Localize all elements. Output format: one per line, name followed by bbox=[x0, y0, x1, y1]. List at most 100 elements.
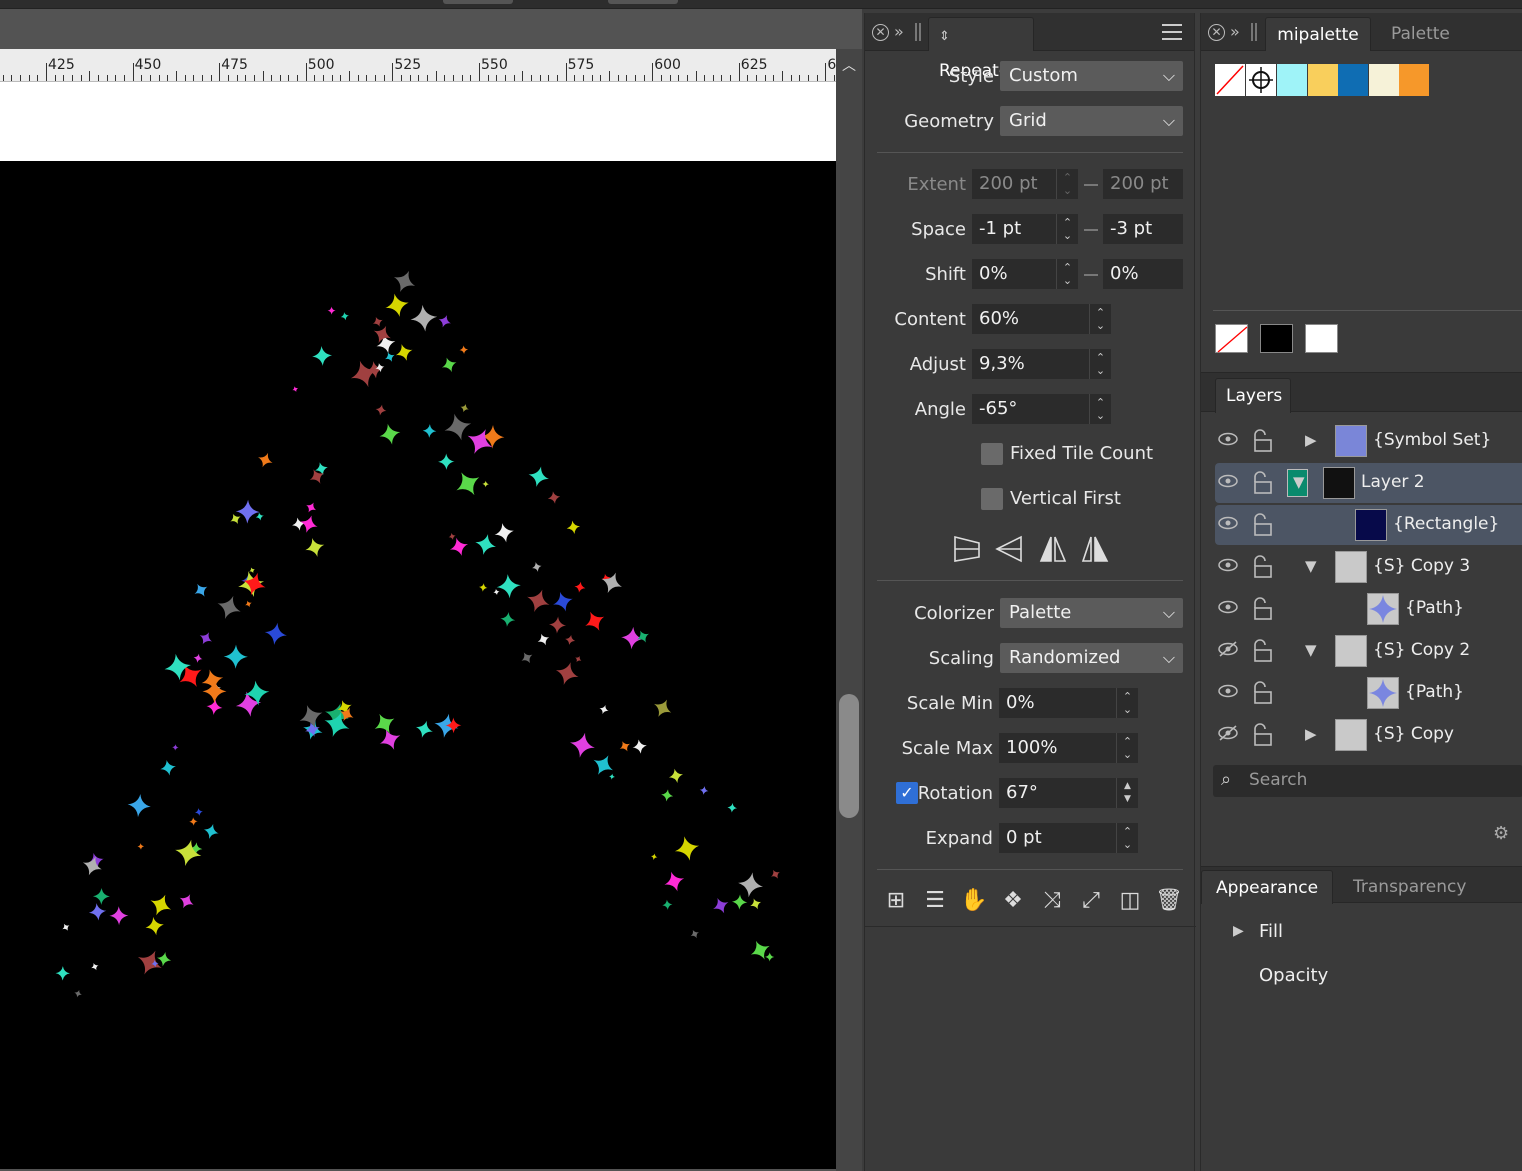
adjust-field[interactable]: 9,3% bbox=[972, 349, 1089, 379]
layer-row[interactable]: ▼ {S} Copy 2 bbox=[1215, 631, 1522, 671]
layer-row[interactable]: ▶ {S} Copy bbox=[1215, 715, 1522, 755]
mirror-vertical-icon[interactable] bbox=[1039, 536, 1067, 562]
release-icon[interactable]: ❖ bbox=[996, 884, 1030, 918]
search-input[interactable]: Search bbox=[1249, 770, 1307, 790]
layer-row[interactable]: {Rectangle} bbox=[1215, 505, 1522, 545]
expand-icon[interactable]: ⤢ bbox=[1074, 884, 1108, 918]
drag-handle[interactable] bbox=[915, 23, 921, 41]
target-icon[interactable] bbox=[1246, 64, 1276, 96]
filter-settings-icon[interactable]: ⚙ bbox=[1493, 823, 1509, 844]
flip-horizontal-skew-icon[interactable] bbox=[954, 535, 980, 562]
trash-icon[interactable]: 🗑 bbox=[1152, 884, 1186, 918]
collapse-triangle-icon[interactable]: ▼ bbox=[1305, 557, 1317, 575]
expand-stepper[interactable]: ⌃ ⌄ bbox=[1116, 823, 1138, 853]
fixed-tile-count-checkbox[interactable] bbox=[981, 443, 1003, 465]
eye-hidden-icon[interactable] bbox=[1217, 641, 1239, 661]
palette-color-swatch[interactable] bbox=[1338, 64, 1368, 96]
shift-y-field[interactable]: 0% bbox=[1103, 259, 1183, 289]
white-swatch[interactable] bbox=[1305, 324, 1338, 353]
chevron-up-icon[interactable]: ︿ bbox=[840, 59, 858, 73]
sliders-icon[interactable]: ☰ bbox=[918, 884, 952, 918]
eye-icon[interactable] bbox=[1217, 515, 1239, 535]
collapse-icon[interactable]: » bbox=[1230, 22, 1240, 41]
toolbar-scroll-knob[interactable] bbox=[443, 0, 513, 4]
scale-max-field[interactable]: 100% bbox=[999, 733, 1116, 763]
colorizer-dropdown[interactable]: Palette ⌵ bbox=[1000, 598, 1183, 628]
select-tiles-icon[interactable]: ✋ bbox=[957, 884, 991, 918]
extent-stepper[interactable]: ⌃ ⌄ bbox=[1056, 169, 1078, 199]
black-swatch[interactable] bbox=[1260, 324, 1293, 353]
palette-color-swatch[interactable] bbox=[1307, 64, 1338, 96]
shift-x-field[interactable]: 0% bbox=[972, 259, 1056, 289]
tab-layers[interactable]: Layers bbox=[1215, 378, 1291, 413]
shift-stepper[interactable]: ⌃ ⌄ bbox=[1056, 259, 1078, 289]
unlock-icon[interactable] bbox=[1251, 429, 1273, 453]
eye-icon[interactable] bbox=[1217, 599, 1239, 619]
expand-triangle-icon[interactable]: ▶ bbox=[1233, 923, 1244, 939]
eye-hidden-icon[interactable] bbox=[1217, 725, 1239, 745]
unlock-icon[interactable] bbox=[1251, 681, 1273, 705]
palette-color-swatch[interactable] bbox=[1399, 64, 1429, 96]
unlock-icon[interactable] bbox=[1251, 639, 1273, 663]
artboard[interactable] bbox=[0, 161, 836, 1169]
layer-row[interactable]: {Path} bbox=[1215, 673, 1522, 713]
layer-row[interactable]: ▼ Layer 2 bbox=[1215, 463, 1522, 503]
unlock-icon[interactable] bbox=[1251, 555, 1273, 579]
layer-row[interactable]: {Path} bbox=[1215, 589, 1522, 629]
scaling-dropdown[interactable]: Randomized ⌵ bbox=[1000, 643, 1183, 673]
extent-width-field[interactable]: 200 pt bbox=[972, 169, 1056, 199]
search-box[interactable]: ⌕ Search bbox=[1213, 765, 1522, 797]
unlock-icon[interactable] bbox=[1251, 723, 1273, 747]
tab-palette[interactable]: Palette bbox=[1381, 17, 1460, 51]
expand-triangle-icon[interactable]: ▶ bbox=[1305, 725, 1317, 743]
drag-handle[interactable] bbox=[1251, 23, 1257, 41]
none-fill-swatch[interactable] bbox=[1215, 324, 1248, 353]
tab-mipalette[interactable]: mipalette bbox=[1265, 17, 1371, 51]
collapse-triangle-icon[interactable]: ▼ bbox=[1305, 641, 1317, 659]
tab-repeater[interactable]: ⇕ Repeater bbox=[928, 17, 1034, 81]
scale-min-stepper[interactable]: ⌃ ⌄ bbox=[1116, 688, 1138, 718]
style-dropdown[interactable]: Custom ⌵ bbox=[1000, 61, 1183, 91]
eye-icon[interactable] bbox=[1217, 557, 1239, 577]
eye-icon[interactable] bbox=[1217, 473, 1239, 493]
tab-appearance[interactable]: Appearance bbox=[1201, 870, 1333, 904]
collapse-icon[interactable]: » bbox=[894, 22, 904, 41]
unlock-icon[interactable] bbox=[1251, 597, 1273, 621]
scale-min-field[interactable]: 0% bbox=[999, 688, 1116, 718]
tab-transparency[interactable]: Transparency bbox=[1343, 870, 1476, 904]
adjust-stepper[interactable]: ⌃ ⌄ bbox=[1089, 349, 1111, 379]
layer-row[interactable]: ▼ {S} Copy 3 bbox=[1215, 547, 1522, 587]
space-stepper[interactable]: ⌃ ⌄ bbox=[1056, 214, 1078, 244]
space-x-field[interactable]: -1 pt bbox=[972, 214, 1056, 244]
rotation-stepper[interactable]: ▲ ▼ bbox=[1116, 778, 1138, 808]
shuffle-icon[interactable]: ⤨ bbox=[1035, 884, 1069, 918]
scrollbar-thumb[interactable] bbox=[839, 694, 859, 818]
unlock-icon[interactable] bbox=[1251, 513, 1273, 537]
vertical-scrollbar[interactable]: ︿ bbox=[836, 49, 862, 1171]
fill-row[interactable]: Fill bbox=[1259, 921, 1283, 942]
layer-row[interactable]: ▶ {Symbol Set} bbox=[1215, 421, 1522, 461]
angle-stepper[interactable]: ⌃ ⌄ bbox=[1089, 394, 1111, 424]
palette-color-swatch[interactable] bbox=[1368, 64, 1399, 96]
mirror-alt-icon[interactable] bbox=[1081, 536, 1109, 562]
toolbar-scroll-knob[interactable] bbox=[608, 0, 678, 4]
eye-icon[interactable] bbox=[1217, 683, 1239, 703]
collapse-triangle-icon[interactable]: ▼ bbox=[1293, 473, 1305, 491]
opacity-row[interactable]: Opacity bbox=[1259, 965, 1328, 986]
space-y-field[interactable]: -3 pt bbox=[1103, 214, 1183, 244]
scale-max-stepper[interactable]: ⌃ ⌄ bbox=[1116, 733, 1138, 763]
eye-icon[interactable] bbox=[1217, 431, 1239, 451]
expand-triangle-icon[interactable]: ▶ bbox=[1305, 431, 1317, 449]
extent-height-field[interactable]: 200 pt bbox=[1103, 169, 1183, 199]
vertical-first-checkbox[interactable] bbox=[981, 488, 1003, 510]
expand-field[interactable]: 0 pt bbox=[999, 823, 1116, 853]
none-swatch[interactable] bbox=[1215, 64, 1245, 96]
rotation-field[interactable]: 67° bbox=[999, 778, 1116, 808]
geometry-dropdown[interactable]: Grid ⌵ bbox=[1000, 106, 1183, 136]
angle-field[interactable]: -65° bbox=[972, 394, 1089, 424]
palette-color-swatch[interactable] bbox=[1277, 64, 1307, 96]
unlock-icon[interactable] bbox=[1251, 471, 1273, 495]
close-icon[interactable]: ✕ bbox=[872, 24, 889, 41]
content-field[interactable]: 60% bbox=[972, 304, 1089, 334]
content-stepper[interactable]: ⌃ ⌄ bbox=[1089, 304, 1111, 334]
